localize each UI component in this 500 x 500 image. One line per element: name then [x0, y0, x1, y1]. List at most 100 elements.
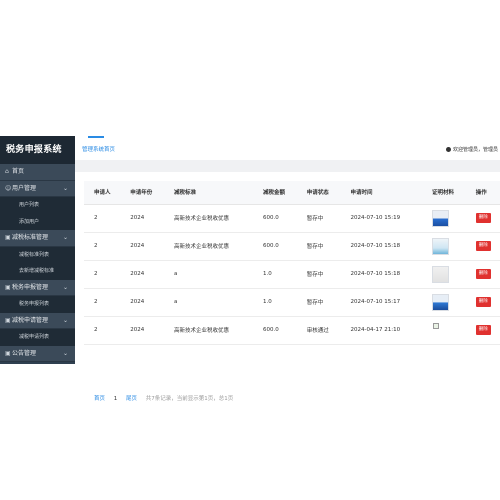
- pager-current-page[interactable]: 1: [114, 396, 118, 402]
- sidebar-subitem[interactable]: 减税标准列表: [0, 246, 75, 263]
- chevron-down-icon[interactable]: ⌄: [63, 346, 68, 363]
- document-icon: ▣: [5, 283, 11, 291]
- sidebar-menu: ⌂ 首页 ☺用户管理 ⌄ 用户列表 添加用户 ▣减税标准管理 ⌄ 减税标准列表 去新增减税标准 ▣税…: [0, 164, 75, 362]
- sidebar-item-0[interactable]: ⌂ 首页: [0, 164, 75, 181]
- main-area: 管理系统首页 欢迎管理员，管理员 申请人 申请年份 减税标准 减税金额 申请状态 申请时间…: [75, 136, 500, 402]
- welcome-text: 欢迎管理员，管理员: [452, 147, 498, 153]
- document-icon: ▣: [5, 349, 11, 357]
- column-header: 申请人: [84, 181, 121, 205]
- cell-applicant: 2: [84, 288, 121, 317]
- sidebar-item-2[interactable]: ▣减税标准管理 ⌄: [0, 230, 75, 247]
- chevron-down-icon[interactable]: ⌄: [63, 230, 68, 247]
- home-icon: ⌂: [5, 168, 9, 175]
- cell-amount: 1.0: [252, 260, 297, 289]
- document-icon: ▣: [5, 316, 11, 324]
- sidebar-item-1[interactable]: ☺用户管理 ⌄: [0, 180, 75, 198]
- cell-standard: 高新技术企业税收优惠: [164, 316, 253, 345]
- sidebar-item-5[interactable]: ▣公告管理 ⌄: [0, 345, 75, 363]
- pagination: 首页 1 尾页 共7条记录，当前显示第1页，总1页: [94, 394, 233, 402]
- cell-amount: 600.0: [252, 232, 297, 261]
- welcome-user[interactable]: 欢迎管理员，管理员: [445, 146, 498, 153]
- delete-button[interactable]: 删除: [475, 213, 491, 223]
- delete-button[interactable]: 删除: [475, 325, 491, 335]
- sidebar-subitem[interactable]: 税务申报列表: [0, 296, 75, 313]
- cell-action: 删除: [465, 260, 500, 289]
- cell-status: 暂存中: [296, 204, 341, 233]
- column-header: 证明材料: [421, 181, 466, 205]
- column-header: 申请状态: [296, 181, 341, 205]
- column-header: 减税金额: [252, 181, 297, 205]
- column-header: 操作: [465, 181, 500, 205]
- proof-thumbnail[interactable]: [431, 209, 449, 227]
- user-icon: ☺: [5, 184, 12, 192]
- sidebar-item-4[interactable]: ▣减税申请管理 ⌄: [0, 312, 75, 330]
- proof-thumbnail[interactable]: [431, 293, 449, 311]
- delete-button[interactable]: 删除: [475, 269, 491, 279]
- sidebar-subitem[interactable]: 减税申请列表: [0, 329, 75, 346]
- column-header: 申请年份: [120, 181, 165, 205]
- cell-time: 2024-07-10 15:18: [340, 232, 422, 261]
- application-table: 申请人 申请年份 减税标准 减税金额 申请状态 申请时间 证明材料 操作 2 2024 高新技术企…: [84, 181, 500, 345]
- cell-standard: 高新技术企业税收优惠: [164, 204, 253, 233]
- table-body: 2 2024 高新技术企业税收优惠 600.0 暂存中 2024-07-10 15:19 删…: [84, 204, 500, 345]
- proof-thumbnail[interactable]: [431, 237, 449, 255]
- cell-applicant: 2: [84, 260, 121, 289]
- sidebar-item-3[interactable]: ▣税务申报管理 ⌄: [0, 279, 75, 297]
- chevron-down-icon[interactable]: ⌄: [63, 313, 68, 330]
- cell-time: 2024-07-10 15:17: [340, 288, 422, 317]
- cell-amount: 600.0: [252, 204, 297, 233]
- pager-last-link[interactable]: 尾页: [126, 396, 137, 402]
- sidebar-subitem[interactable]: 去新增减税标准: [0, 263, 75, 280]
- cell-status: 暂存中: [296, 260, 341, 289]
- cell-time: 2024-04-17 21:10: [340, 316, 422, 345]
- proof-thumbnail[interactable]: [431, 321, 449, 339]
- app-window: 税务申报系统 ⌂ 首页 ☺用户管理 ⌄ 用户列表 添加用户 ▣减税标准管理 ⌄ 减税标准列表 去新…: [0, 136, 500, 402]
- pager-first-link[interactable]: 首页: [94, 396, 105, 402]
- broken-image-icon: [432, 322, 439, 329]
- proof-thumbnail[interactable]: [431, 265, 449, 283]
- cell-time: 2024-07-10 15:19: [340, 204, 422, 233]
- cell-amount: 600.0: [252, 316, 297, 345]
- table-row: 2 2024 高新技术企业税收优惠 600.0 暂存中 2024-07-10 15:19 删…: [84, 204, 500, 233]
- cell-status: 暂存中: [296, 232, 341, 261]
- cell-proof: [421, 204, 466, 233]
- cell-standard: a: [164, 288, 253, 317]
- cell-applicant: 2: [84, 204, 121, 233]
- brand-title: 税务申报系统: [0, 136, 75, 164]
- sidebar-item-label: 减税标准管理: [12, 234, 49, 241]
- sidebar-item-label: 用户管理: [12, 184, 37, 192]
- column-header: 申请时间: [340, 181, 422, 205]
- delete-button[interactable]: 删除: [475, 241, 491, 251]
- sidebar: 税务申报系统 ⌂ 首页 ☺用户管理 ⌄ 用户列表 添加用户 ▣减税标准管理 ⌄ 减税标准列表 去新…: [0, 136, 75, 364]
- pager-summary: 共7条记录，当前显示第1页，总1页: [145, 396, 234, 402]
- cell-time: 2024-07-10 15:18: [340, 260, 422, 289]
- cell-year: 2024: [120, 316, 165, 345]
- table-header-row: 申请人 申请年份 减税标准 减税金额 申请状态 申请时间 证明材料 操作: [84, 181, 500, 205]
- cell-year: 2024: [120, 204, 165, 233]
- active-tab-indicator: [88, 136, 104, 138]
- cell-proof: [421, 260, 466, 289]
- chevron-down-icon[interactable]: ⌄: [63, 181, 68, 198]
- cell-year: 2024: [120, 288, 165, 317]
- sidebar-item-label: 减税申请管理: [12, 316, 49, 324]
- cell-status: 暂存中: [296, 288, 341, 317]
- cell-proof: [421, 288, 466, 317]
- topbar: 管理系统首页 欢迎管理员，管理员: [75, 136, 500, 160]
- table-row: 2 2024 高新技术企业税收优惠 600.0 审核通过 2024-04-17 21:10…: [84, 316, 500, 345]
- sidebar-item-label: 首页: [12, 168, 25, 175]
- sidebar-subitem[interactable]: 添加用户: [0, 213, 75, 230]
- cell-applicant: 2: [84, 316, 121, 345]
- table-row: 2 2024 a 1.0 暂存中 2024-07-10 15:18 删除: [84, 260, 500, 289]
- user-icon: [445, 147, 451, 152]
- column-header: 减税标准: [164, 181, 253, 205]
- cell-proof: [421, 316, 466, 345]
- cell-action: 删除: [465, 288, 500, 317]
- chevron-down-icon[interactable]: ⌄: [63, 280, 68, 297]
- document-icon: ▣: [5, 234, 11, 241]
- cell-year: 2024: [120, 260, 165, 289]
- delete-button[interactable]: 删除: [475, 297, 491, 307]
- breadcrumb[interactable]: 管理系统首页: [82, 145, 115, 153]
- sidebar-subitem[interactable]: 用户列表: [0, 197, 75, 214]
- cell-applicant: 2: [84, 232, 121, 261]
- content-card: 申请人 申请年份 减税标准 减税金额 申请状态 申请时间 证明材料 操作 2 2024 高新技术企…: [84, 181, 500, 402]
